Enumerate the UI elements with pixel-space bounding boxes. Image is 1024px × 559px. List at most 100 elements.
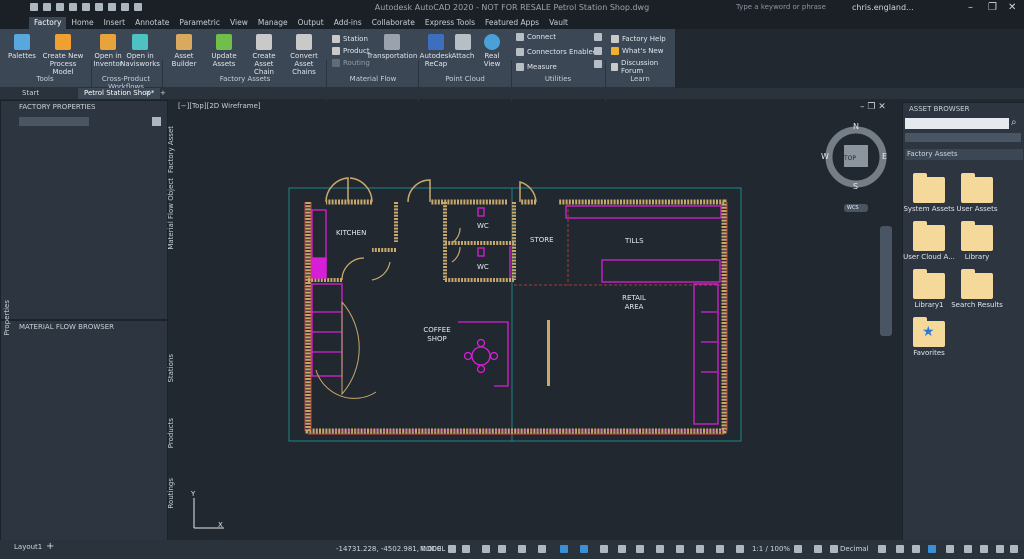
compass-north[interactable]: N [853,122,859,131]
quick-select-icon[interactable] [152,117,161,126]
folder-icon[interactable] [961,173,993,203]
product-button[interactable]: Product [332,47,370,55]
folder-icon[interactable] [913,221,945,251]
tab-vault[interactable]: Vault [544,17,573,29]
add-layout-icon[interactable]: + [46,541,54,552]
side-tab-stations[interactable]: Stations [167,354,175,383]
annotation-visibility-icon[interactable] [716,545,724,553]
tab-featured-apps[interactable]: Featured Apps [480,17,544,29]
favorites-folder-icon[interactable]: ★ [913,317,945,347]
palettes-button[interactable]: Palettes [6,34,38,60]
navigation-bar[interactable] [880,226,892,336]
asset-toolbar[interactable] [905,133,1021,142]
update-assets-button[interactable]: Update Assets [204,34,244,68]
create-asset-chain-button[interactable]: Create Asset Chain [245,34,283,76]
asset-library-dropdown[interactable]: Factory Assets [905,149,1023,160]
side-tab-factory-asset[interactable]: Factory Asset [167,126,175,173]
tab-home[interactable]: Home [66,17,98,29]
tab-collaborate[interactable]: Collaborate [367,17,420,29]
connectors-button[interactable]: Connectors Enabled [516,48,597,56]
folder-label[interactable]: Search Results [947,301,1007,309]
compass-west[interactable]: W [821,152,829,161]
discussion-forum-button[interactable]: Discussion Forum [611,59,675,75]
clean-screen-icon[interactable] [946,545,954,553]
whats-new-button[interactable]: What's New [611,47,663,55]
tab-express-tools[interactable]: Express Tools [420,17,480,29]
connect-button[interactable]: Connect [516,33,556,41]
convert-asset-chains-button[interactable]: Convert Asset Chains [284,34,324,76]
attach-button[interactable]: Attach [452,34,474,60]
viewcube-face[interactable]: TOP [844,154,856,163]
3d-osnap-icon[interactable] [636,545,644,553]
lock-ui-icon[interactable] [896,545,904,553]
osnap-icon[interactable] [518,545,526,553]
isolate-icon[interactable] [830,545,838,553]
annotation-monitor-icon[interactable] [656,545,664,553]
drawing-canvas[interactable]: [−][Top][2D Wireframe] – ❐ ✕ KITCHEN WC … [176,102,898,540]
folder-label[interactable]: Favorites [899,349,959,357]
properties-side-tab[interactable]: Properties [3,300,11,335]
compass-east[interactable]: E [882,152,887,161]
tab-insert[interactable]: Insert [99,17,131,29]
close-icon[interactable]: ✕ [1008,2,1016,13]
customization-icon[interactable] [964,545,972,553]
menu-icon[interactable] [996,545,1004,553]
status-bar-customize-icon[interactable] [1010,545,1018,553]
annotation-plus-icon[interactable] [814,545,822,553]
lineweight-icon[interactable] [580,545,588,553]
selection-cycling-icon[interactable] [618,545,626,553]
tab-parametric[interactable]: Parametric [174,17,225,29]
search-results-folder-icon[interactable] [961,269,993,299]
new-tab-icon[interactable]: + [160,88,166,99]
open-inventor-button[interactable]: Open in Inventor [93,34,123,68]
polar-icon[interactable] [498,545,506,553]
transportation-button[interactable]: Transportation [367,34,417,60]
side-tab-routings[interactable]: Routings [167,478,175,509]
asset-builder-button[interactable]: Asset Builder [165,34,203,68]
real-view-button[interactable]: Real View [476,34,508,68]
file-tab-start[interactable]: Start [16,88,45,99]
station-button[interactable]: Station [332,35,368,43]
close-tab-icon[interactable]: ✕ [145,88,151,99]
utilities-tool-2[interactable] [594,47,602,55]
utilities-tool-1[interactable] [594,33,602,41]
autoscale-icon[interactable] [736,545,744,553]
compass-south[interactable]: S [853,182,858,191]
folder-icon[interactable] [913,269,945,299]
utilities-tool-3[interactable] [594,60,602,68]
search-input[interactable]: Type a keyword or phrase [736,3,826,13]
tab-view[interactable]: View [225,17,253,29]
wcs-button[interactable]: WCS [847,204,859,213]
tab-manage[interactable]: Manage [253,17,293,29]
tab-factory[interactable]: Factory [29,17,67,29]
tab-output[interactable]: Output [293,17,329,29]
folder-icon[interactable] [961,221,993,251]
asset-search-input[interactable] [905,118,1009,129]
annotation-scale[interactable]: 1:1 / 100% [752,545,790,553]
dynamic-input-icon[interactable] [560,545,568,553]
units-icon[interactable] [676,545,684,553]
restore-icon[interactable]: ❐ [988,2,997,13]
create-model-button[interactable]: Create New Process Model [40,34,86,76]
grid-icon[interactable] [448,545,456,553]
quick-calc-icon[interactable] [878,545,886,553]
tab-addins[interactable]: Add-ins [329,17,367,29]
ortho-icon[interactable] [482,545,490,553]
folder-label[interactable]: User Assets [947,205,1007,213]
side-tab-products[interactable]: Products [167,418,175,448]
folder-icon[interactable] [913,173,945,203]
open-navisworks-button[interactable]: Open in Navisworks [120,34,160,68]
viewcube[interactable] [822,122,892,214]
minimize-icon[interactable]: – [968,2,973,13]
folder-label[interactable]: Library [947,253,1007,261]
snap-icon[interactable] [462,545,470,553]
side-tab-material-flow-object[interactable]: Material Flow Object [167,178,175,250]
quick-properties-icon[interactable] [696,545,704,553]
user-account[interactable]: chris.england... [852,3,914,12]
layout-tab[interactable]: Layout1 [14,543,42,551]
isolate-objects-icon[interactable] [912,545,920,553]
factory-help-button[interactable]: Factory Help [611,35,666,43]
transparency-icon[interactable] [600,545,608,553]
properties-toolbar[interactable] [19,117,89,126]
hardware-acceleration-icon[interactable] [928,545,936,553]
